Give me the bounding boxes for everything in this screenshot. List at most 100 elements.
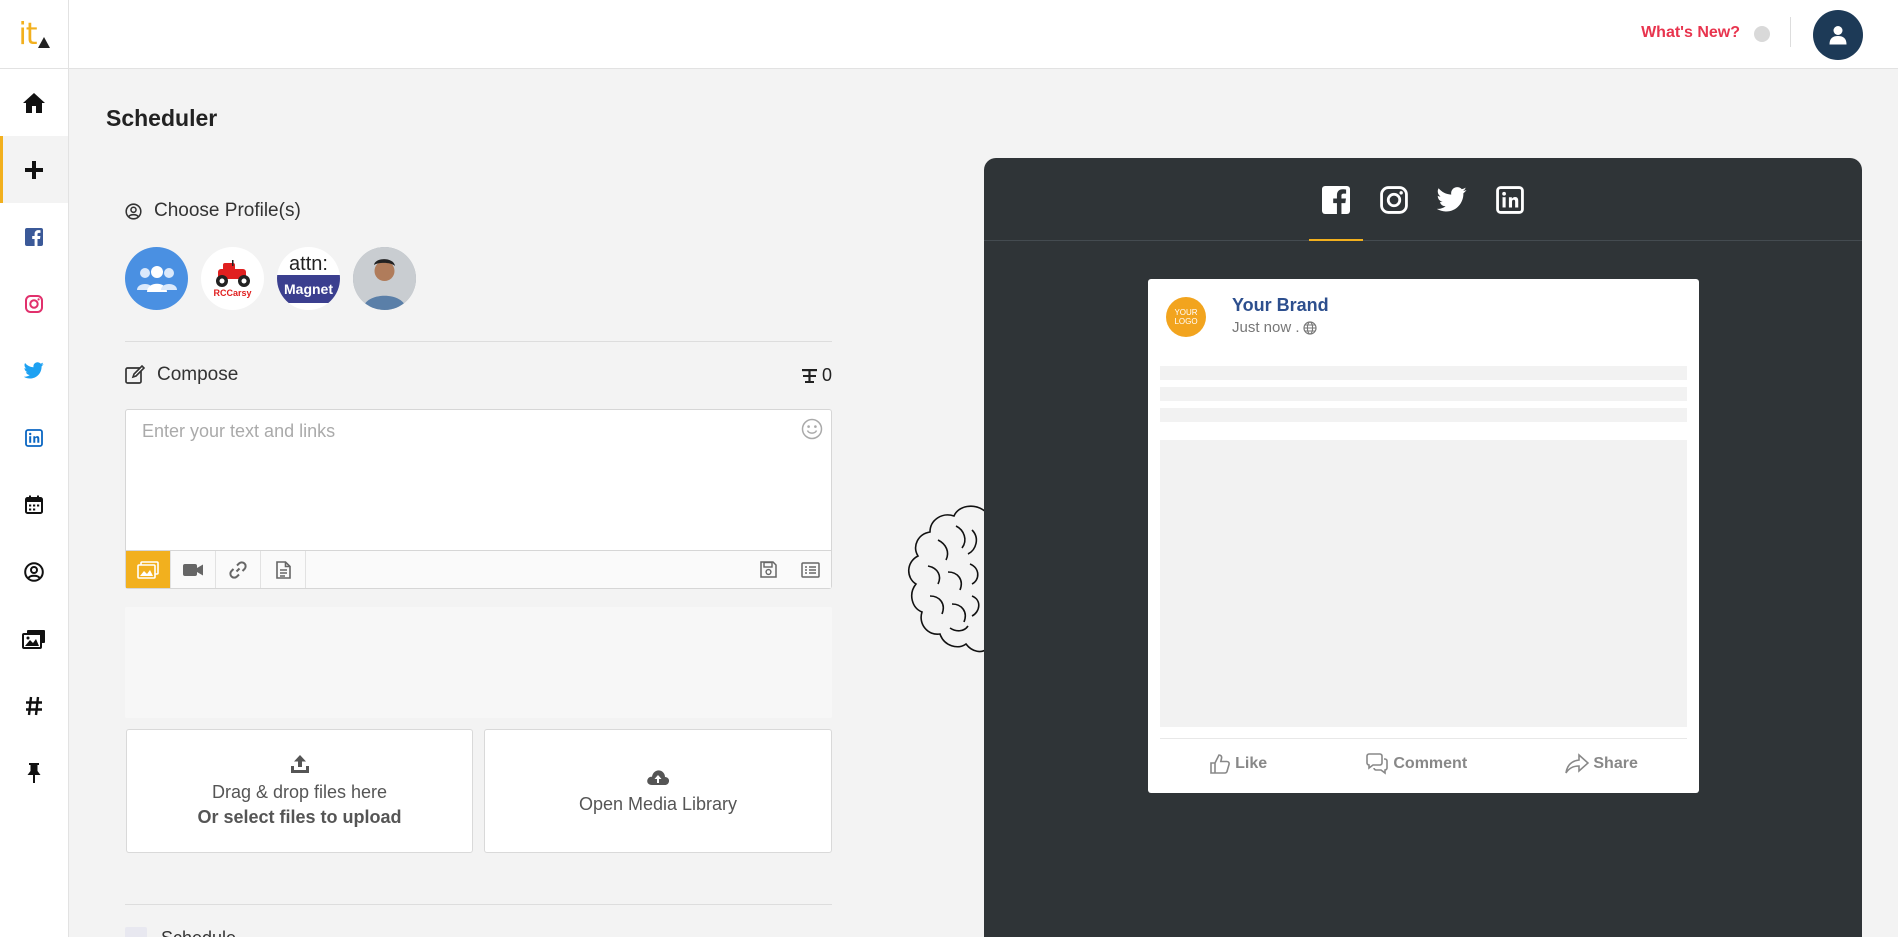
rc-car-icon <box>215 259 250 287</box>
upload-icon <box>290 755 309 773</box>
sidebar-item-linkedin[interactable] <box>0 404 68 471</box>
facebook-post-preview: YOUR LOGO Your Brand Just now . Like Com… <box>1148 279 1699 793</box>
templates-button[interactable] <box>789 551 831 588</box>
counter-icon <box>802 368 817 383</box>
instagram-icon <box>25 294 43 313</box>
text-placeholder-line <box>1160 408 1687 422</box>
upload-line-1: Drag & drop files here <box>211 782 388 802</box>
post-time-text: Just now . <box>1232 319 1300 336</box>
plus-icon <box>25 160 43 179</box>
emoji-icon[interactable] <box>801 418 823 444</box>
sidebar-item-media[interactable] <box>0 605 68 672</box>
list-icon <box>800 561 820 578</box>
notification-dot[interactable] <box>1754 26 1770 42</box>
open-media-library-button[interactable]: Open Media Library <box>484 729 832 853</box>
facebook-icon <box>25 227 43 246</box>
user-circle-icon <box>24 561 44 582</box>
character-counter: 0 <box>801 365 832 386</box>
upload-line-2[interactable]: Or select files to upload <box>197 807 401 828</box>
compose-label: Compose <box>157 364 239 385</box>
image-icon <box>137 560 159 579</box>
toolbar-right <box>747 551 831 588</box>
brand-logo-top: YOUR <box>1174 308 1198 317</box>
calendar-icon <box>25 495 43 514</box>
sidebar-item-pinned[interactable] <box>0 739 68 806</box>
tab-linkedin[interactable] <box>1481 158 1539 241</box>
profile-list: RCCarsy attn: Magnet <box>125 247 416 310</box>
post-time: Just now . <box>1232 319 1317 336</box>
user-avatar-button[interactable] <box>1813 10 1863 60</box>
facebook-icon <box>1322 185 1350 214</box>
page-title: Scheduler <box>106 105 218 131</box>
like-label: Like <box>1235 754 1268 772</box>
magnet-text: Magnet <box>277 275 340 303</box>
tab-instagram[interactable] <box>1365 158 1423 241</box>
group-profile-avatar[interactable] <box>125 247 188 310</box>
globe-icon <box>1302 320 1317 335</box>
video-icon <box>183 563 203 576</box>
save-draft-button[interactable] <box>747 551 789 588</box>
compose-textarea[interactable]: Enter your text and links <box>125 409 832 589</box>
add-document-button[interactable] <box>261 551 306 588</box>
instagram-icon <box>1380 185 1408 214</box>
upload-dropzone[interactable]: Drag & drop files here Or select files t… <box>126 729 473 853</box>
home-icon <box>23 92 45 113</box>
brand-logo: YOUR LOGO <box>1166 297 1206 337</box>
compose-placeholder: Enter your text and links <box>142 421 336 441</box>
divider <box>125 904 832 905</box>
link-icon <box>229 560 247 579</box>
sidebar-item-twitter[interactable] <box>0 337 68 404</box>
sidebar: it <box>0 0 69 937</box>
edit-icon <box>125 365 145 384</box>
top-bar: What's New? <box>69 0 1898 69</box>
attn-text: attn: <box>289 253 328 275</box>
rccarsy-text: RCCarsy <box>213 287 252 298</box>
person-profile-avatar[interactable] <box>353 247 416 310</box>
person-photo-icon <box>353 247 416 310</box>
post-actions: Like Comment Share <box>1160 738 1687 788</box>
media-icon <box>22 629 45 649</box>
sidebar-item-home[interactable] <box>0 69 68 136</box>
choose-profiles-label: Choose Profile(s) <box>154 200 301 221</box>
schedule-option[interactable]: Schedule <box>125 927 236 937</box>
share-action: Share <box>1565 752 1638 775</box>
document-icon <box>275 560 291 579</box>
schedule-checkbox[interactable] <box>125 927 147 937</box>
char-count-value: 0 <box>822 365 833 385</box>
schedule-label: Schedule <box>161 928 236 937</box>
linkedin-icon <box>25 428 43 447</box>
hashtag-icon <box>26 696 42 715</box>
thumbs-up-icon <box>1210 753 1231 774</box>
sidebar-item-instagram[interactable] <box>0 270 68 337</box>
twitter-icon <box>1437 187 1467 212</box>
sidebar-item-profile[interactable] <box>0 538 68 605</box>
comment-action: Comment <box>1365 752 1467 775</box>
sidebar-item-facebook[interactable] <box>0 203 68 270</box>
tab-twitter[interactable] <box>1423 158 1481 241</box>
add-image-button[interactable] <box>126 551 171 588</box>
rccarsy-profile-avatar[interactable]: RCCarsy <box>201 247 264 310</box>
whats-new-link[interactable]: What's New? <box>1641 24 1740 42</box>
sidebar-item-calendar[interactable] <box>0 471 68 538</box>
brand-logo-bottom: LOGO <box>1174 317 1198 326</box>
add-link-button[interactable] <box>216 551 261 588</box>
sidebar-item-hashtags[interactable] <box>0 672 68 739</box>
tab-facebook[interactable] <box>1307 158 1365 241</box>
sidebar-item-create[interactable] <box>0 136 68 203</box>
divider <box>125 341 832 342</box>
media-placeholder <box>1160 440 1687 727</box>
choose-profiles-heading: Choose Profile(s) <box>125 200 301 222</box>
compose-heading: Compose <box>125 364 238 386</box>
save-icon <box>759 561 777 578</box>
app-logo[interactable]: it <box>0 0 68 69</box>
divider <box>1790 17 1791 47</box>
media-library-label: Open Media Library <box>578 793 738 814</box>
cloud-upload-icon <box>647 769 670 785</box>
user-icon <box>1829 26 1847 45</box>
add-video-button[interactable] <box>171 551 216 588</box>
attn-profile-avatar[interactable]: attn: Magnet <box>277 247 340 310</box>
linkedin-icon <box>1496 185 1524 214</box>
compose-toolbar <box>126 550 831 588</box>
logo-triangle <box>37 36 50 48</box>
pin-icon <box>27 762 41 783</box>
